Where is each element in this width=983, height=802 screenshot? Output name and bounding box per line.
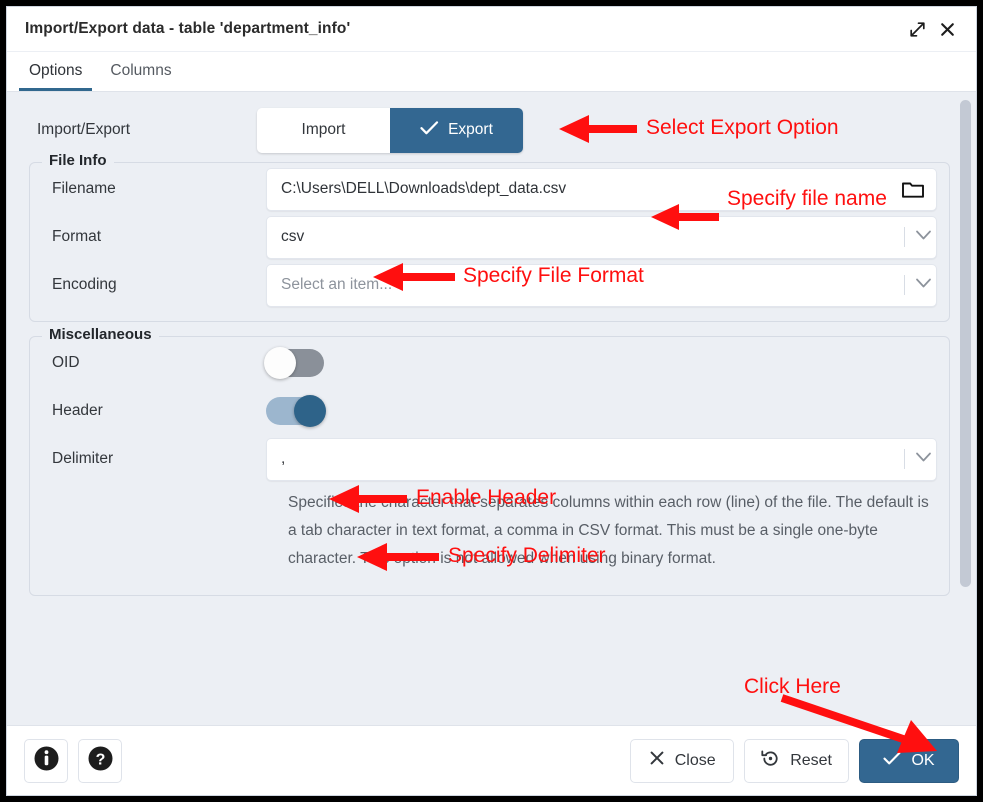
- chevron-down-icon: [915, 276, 932, 294]
- title-bar: Import/Export data - table 'department_i…: [7, 7, 976, 52]
- oid-toggle[interactable]: [266, 349, 324, 377]
- header-row: Header: [30, 387, 949, 435]
- filename-input[interactable]: C:\Users\DELL\Downloads\dept_data.csv: [266, 168, 937, 211]
- dialog-footer: ? Close Reset: [7, 725, 976, 795]
- reset-button-label: Reset: [790, 752, 832, 770]
- delimiter-row: Delimiter ,: [30, 435, 949, 483]
- filename-row: Filename C:\Users\DELL\Downloads\dept_da…: [30, 165, 949, 213]
- select-divider: [904, 449, 905, 469]
- format-label: Format: [30, 228, 266, 246]
- ok-button[interactable]: OK: [859, 739, 959, 783]
- dialog-title: Import/Export data - table 'department_i…: [25, 20, 902, 38]
- encoding-select[interactable]: Select an item...: [266, 264, 937, 307]
- import-button[interactable]: Import: [257, 108, 390, 153]
- tab-options[interactable]: Options: [19, 62, 92, 91]
- import-export-dialog: Import/Export data - table 'department_i…: [6, 6, 977, 796]
- close-x-icon: [649, 750, 665, 771]
- encoding-caret[interactable]: [896, 275, 932, 295]
- format-row: Format csv: [30, 213, 949, 261]
- select-divider: [904, 227, 905, 247]
- select-divider: [904, 275, 905, 295]
- file-info-fieldset: File Info Filename C:\Users\DELL\Downloa…: [29, 162, 950, 322]
- info-button[interactable]: [24, 739, 68, 783]
- import-export-segmented: Import Export: [257, 108, 523, 153]
- info-icon: [33, 745, 60, 777]
- miscellaneous-fieldset: Miscellaneous OID Header Delimit: [29, 336, 950, 596]
- encoding-placeholder: Select an item...: [281, 276, 896, 294]
- import-export-row: Import/Export Import Export: [21, 106, 950, 154]
- chevron-down-icon: [915, 228, 932, 246]
- format-value: csv: [281, 228, 896, 246]
- maximize-icon[interactable]: [902, 14, 932, 44]
- encoding-label: Encoding: [30, 276, 266, 294]
- export-button[interactable]: Export: [390, 108, 523, 153]
- close-icon[interactable]: [932, 14, 962, 44]
- reset-button[interactable]: Reset: [744, 739, 849, 783]
- check-icon: [420, 120, 439, 141]
- delimiter-select[interactable]: ,: [266, 438, 937, 481]
- reset-icon: [761, 749, 780, 773]
- format-caret[interactable]: [896, 227, 932, 247]
- import-export-label: Import/Export: [21, 121, 257, 139]
- import-label: Import: [302, 121, 346, 139]
- header-toggle-knob: [294, 395, 326, 427]
- delimiter-label: Delimiter: [30, 450, 266, 468]
- header-label: Header: [30, 402, 266, 420]
- oid-label: OID: [30, 354, 266, 372]
- close-button[interactable]: Close: [630, 739, 734, 783]
- help-button[interactable]: ?: [78, 739, 122, 783]
- chevron-down-icon: [915, 450, 932, 468]
- delimiter-value: ,: [281, 450, 896, 468]
- tab-columns[interactable]: Columns: [100, 62, 181, 91]
- help-icon: ?: [87, 745, 114, 777]
- check-icon: [883, 751, 901, 771]
- format-select[interactable]: csv: [266, 216, 937, 259]
- filename-value: C:\Users\DELL\Downloads\dept_data.csv: [281, 180, 900, 198]
- delimiter-caret[interactable]: [896, 449, 932, 469]
- folder-icon[interactable]: [900, 177, 926, 201]
- options-panel: Import/Export Import Export: [7, 92, 976, 725]
- close-button-label: Close: [675, 752, 716, 770]
- oid-toggle-knob: [264, 347, 296, 379]
- ok-button-label: OK: [911, 752, 934, 770]
- scrollbar-thumb[interactable]: [960, 100, 971, 587]
- oid-row: OID: [30, 339, 949, 387]
- export-label: Export: [448, 121, 493, 139]
- tab-bar: Options Columns: [7, 52, 976, 92]
- filename-label: Filename: [30, 180, 266, 198]
- vertical-scrollbar[interactable]: [960, 98, 971, 721]
- header-toggle[interactable]: [266, 397, 324, 425]
- delimiter-help-text: Specifies the character that separates c…: [288, 489, 937, 573]
- encoding-row: Encoding Select an item...: [30, 261, 949, 309]
- svg-text:?: ?: [95, 751, 105, 768]
